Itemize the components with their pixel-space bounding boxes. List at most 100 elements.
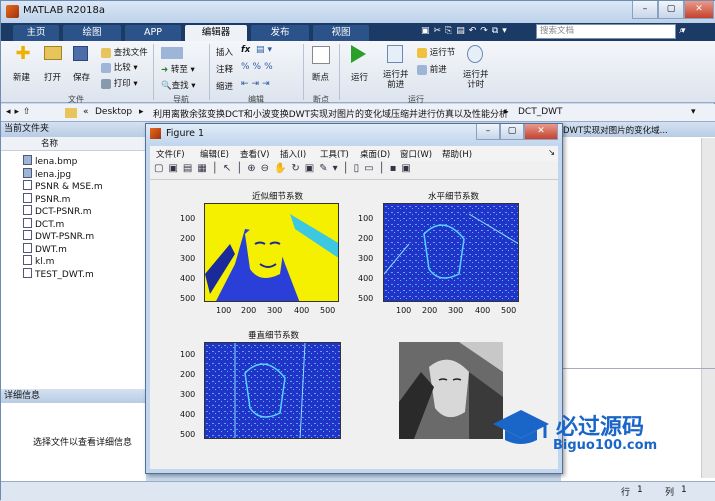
file-name: DWT-PSNR.m [35,232,95,242]
plot3-ytick: 100 [180,350,196,359]
matlab-file-icon [23,242,32,253]
print-button[interactable]: 打印 ▾ [101,77,138,89]
file-list-item[interactable]: DCT.m [23,217,64,231]
run-time-button[interactable]: 运行并 计时 [463,70,489,90]
tab-plots[interactable]: 绘图 [63,25,121,41]
file-name: DCT-PSNR.m [35,207,92,217]
tab-view[interactable]: 视图 [313,25,369,41]
open-button[interactable]: 打开 [44,71,61,83]
divider [561,368,715,369]
plot1-ytick: 500 [180,294,196,303]
menu-edit[interactable]: 编辑(E) [200,148,229,160]
details-message: 选择文件以查看详细信息 [33,438,133,448]
file-list-item[interactable]: DWT.m [23,242,67,256]
run-section-button[interactable]: 运行节 [417,46,455,58]
maximize-button[interactable]: ▢ [658,1,684,19]
file-name: DWT.m [35,244,67,255]
figure-maximize-button[interactable]: ▢ [500,124,524,140]
matlab-window: MATLAB R2018a – ▢ ✕ 主页 绘图 APP 编辑器 发布 视图 … [0,0,715,501]
new-icon[interactable]: ✚ [13,45,33,63]
breadcrumb-dct-dwt[interactable]: DCT_DWT [518,107,563,117]
dock-icon[interactable]: ↘ [548,148,555,158]
run-advance-button[interactable]: 运行并 前进 [383,70,409,90]
status-bar: 行 1 列 1 [1,481,715,501]
comment-icons[interactable]: %%% [241,62,276,72]
goto-button[interactable]: ➜ 转至 ▾ [161,63,195,75]
search-icon[interactable]: ⌕ [679,25,685,36]
minimize-button[interactable]: – [632,1,658,19]
plot4-reconstructed-image [399,342,503,439]
plot3-vertical-detail-image [204,342,341,439]
file-list-item[interactable]: kl.m [23,255,54,268]
insert-button[interactable]: 插入 [216,46,233,58]
plot1-ytick: 100 [180,214,196,223]
file-name: PSNR.m [35,194,71,205]
fx-button[interactable]: fx [241,45,250,55]
advance-button[interactable]: 前进 [417,63,447,75]
name-column-header[interactable]: 名称 [1,137,146,151]
run-icon[interactable] [351,45,366,63]
address-dropdown-icon[interactable]: ▾ [691,107,696,117]
figure-toolbar-icons[interactable]: ▢▣▤▦│↖│⊕⊖✋↻▣✎▾│▯▭│▪▣ [154,163,416,174]
matlab-file-icon [23,192,32,203]
edit-row1-icons[interactable]: ▤▾ [256,45,275,55]
open-folder-icon[interactable] [44,46,62,60]
save-button[interactable]: 保存 [73,71,90,83]
file-list-item[interactable]: lena.jpg [23,167,71,181]
tab-home[interactable]: 主页 [13,25,59,41]
run-time-icon[interactable] [467,45,483,63]
find-files-button[interactable]: 查找文件 [101,46,148,58]
comment-button[interactable]: 注释 [216,63,233,75]
plot1-xtick: 500 [320,306,336,315]
breadcrumb-back[interactable]: « [83,107,89,117]
compare-button[interactable]: 比较 ▾ [101,61,138,73]
vertical-scrollbar[interactable] [701,138,715,478]
figure-minimize-button[interactable]: – [476,124,500,140]
figure-close-button[interactable]: ✕ [524,124,558,140]
indent-button[interactable]: 缩进 [216,80,233,92]
menu-window[interactable]: 窗口(W) [400,148,432,160]
details-header: 详细信息 [1,389,146,403]
plot2-ytick: 500 [358,294,374,303]
plot1-ytick: 400 [180,274,196,283]
menu-view[interactable]: 查看(V) [240,148,269,160]
details-title: 详细信息 [4,391,41,401]
menu-tools[interactable]: 工具(T) [320,148,349,160]
run-advance-icon[interactable] [387,45,403,63]
row-value: 1 [637,485,643,495]
menu-insert[interactable]: 插入(I) [280,148,306,160]
menu-file[interactable]: 文件(F) [156,148,185,160]
tab-editor[interactable]: 编辑器 [185,25,247,41]
divider [303,44,304,100]
close-button[interactable]: ✕ [684,1,714,19]
indent-icons[interactable]: ⇤⇥⇥ [241,79,273,89]
breadcrumb-project-folder[interactable]: 利用离散余弦变换DCT和小波变换DWT实现对图片的变化域压缩并进行仿真以及性能分… [153,107,508,120]
new-button[interactable]: 新建 [13,71,30,83]
file-list-item[interactable]: TEST_DWT.m [23,267,94,281]
find-button[interactable]: 🔍查找 ▾ [161,79,196,91]
nav-arrows-icon[interactable] [161,47,183,59]
search-documentation-input[interactable]: 搜索文档 [536,24,676,39]
quick-access-icons[interactable]: ▣✂⎘▤↶↷⧉▾ [421,26,511,36]
tab-apps[interactable]: APP [125,25,181,41]
run-button[interactable]: 运行 [351,71,368,83]
menu-help[interactable]: 帮助(H) [442,148,472,160]
file-list-item[interactable]: PSNR.m [23,192,71,206]
breakpoints-icon[interactable] [312,46,330,64]
matlab-file-icon [23,230,32,240]
menu-desktop[interactable]: 桌面(D) [360,148,390,160]
plot2-title: 水平细节系数 [427,192,479,202]
file-list-item[interactable]: PSNR & MSE.m [23,180,103,193]
plot3-ytick: 300 [180,390,196,399]
save-icon[interactable] [73,46,88,61]
tab-publish[interactable]: 发布 [251,25,309,41]
file-list-item[interactable]: DCT-PSNR.m [23,205,92,218]
breadcrumb-desktop[interactable]: Desktop [95,107,132,117]
figure-title-bar: Figure 1 – ▢ ✕ [146,124,562,144]
file-list-item[interactable]: DWT-PSNR.m [23,230,94,243]
image-file-icon [23,167,32,178]
image-file-icon [23,155,32,165]
breakpoints-button[interactable]: 断点 [312,71,329,83]
nav-buttons[interactable]: ◂▸⇧ [6,107,35,117]
file-list-item[interactable]: lena.bmp [23,155,77,168]
